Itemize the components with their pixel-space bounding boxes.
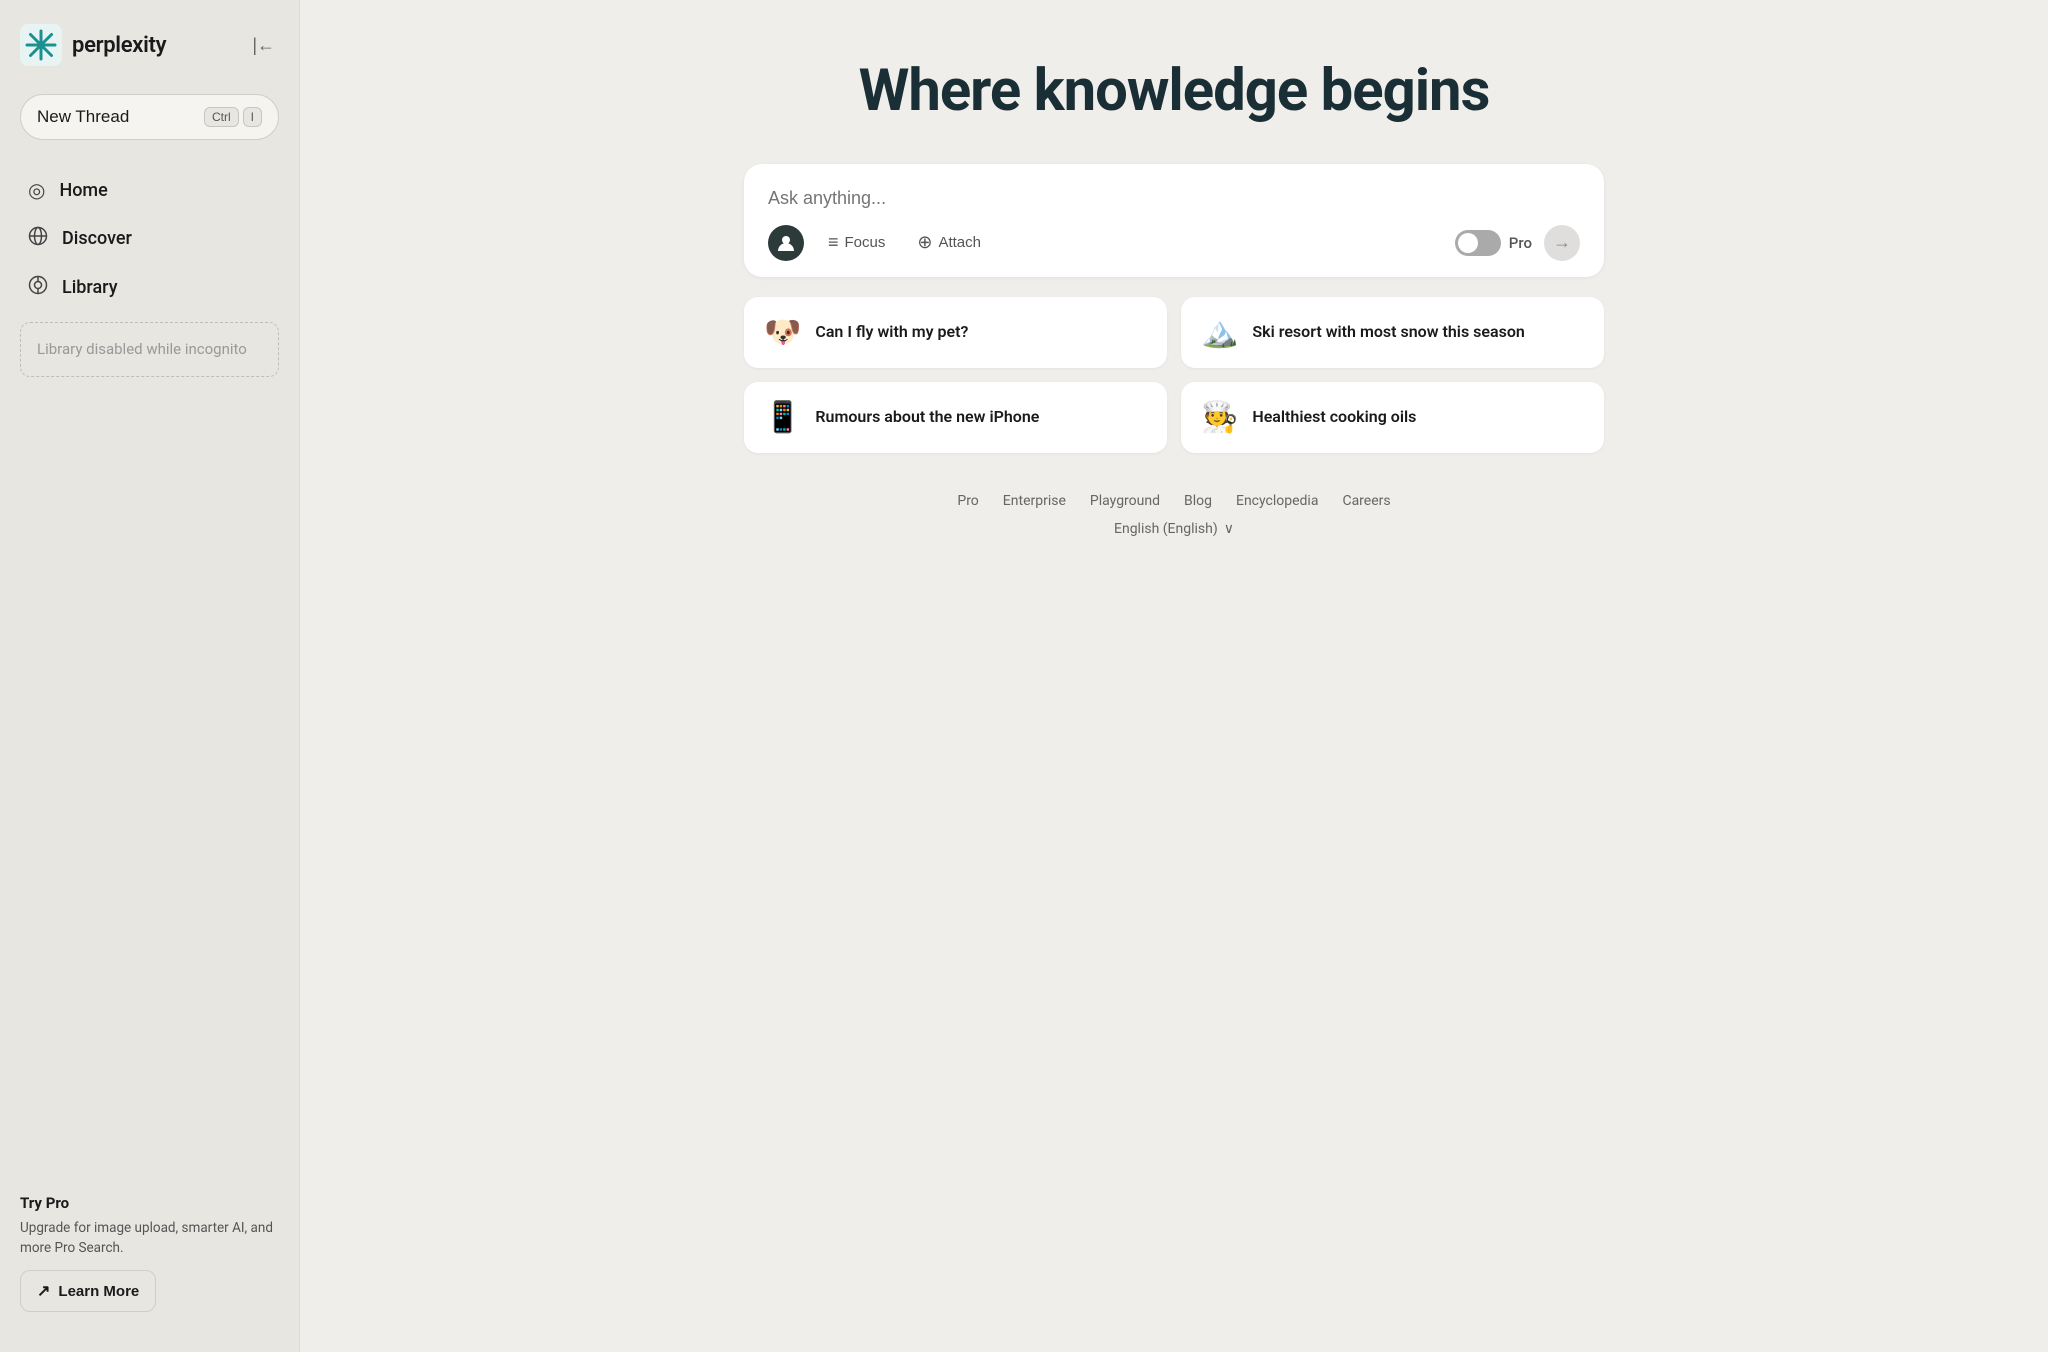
footer-language[interactable]: English (English) ∨ <box>1114 521 1234 537</box>
sidebar-item-library[interactable]: Library <box>20 265 279 310</box>
collapse-icon: |← <box>252 35 275 56</box>
sidebar-bottom: Try Pro Upgrade for image upload, smarte… <box>20 1170 279 1329</box>
attach-label: Attach <box>938 234 981 251</box>
home-label: Home <box>59 180 107 201</box>
main-content: Where knowledge begins ≡ Focus ⊕ Attach <box>300 0 2048 1352</box>
suggestions-grid: 🐶 Can I fly with my pet? 🏔️ Ski resort w… <box>744 297 1604 453</box>
discover-icon <box>28 226 48 251</box>
pet-text: Can I fly with my pet? <box>815 322 968 343</box>
suggestion-card-ski[interactable]: 🏔️ Ski resort with most snow this season <box>1181 297 1604 368</box>
i-key: I <box>243 107 262 127</box>
focus-icon: ≡ <box>828 232 839 253</box>
attach-icon: ⊕ <box>917 232 932 253</box>
toggle-thumb <box>1458 233 1478 253</box>
try-pro-section: Try Pro Upgrade for image upload, smarte… <box>20 1194 279 1313</box>
iphone-text: Rumours about the new iPhone <box>815 407 1039 428</box>
ski-emoji: 🏔️ <box>1201 315 1238 350</box>
library-disabled-text: Library disabled while incognito <box>37 340 247 358</box>
logo-text: perplexity <box>72 33 166 58</box>
logo-icon <box>20 24 62 66</box>
discover-label: Discover <box>62 228 132 249</box>
sidebar-item-home[interactable]: ◎ Home <box>20 168 279 212</box>
library-icon <box>28 275 48 300</box>
collapse-button[interactable]: |← <box>248 31 279 60</box>
learn-more-icon: ↗ <box>37 1281 50 1301</box>
footer-link-pro[interactable]: Pro <box>957 493 978 509</box>
sidebar-item-discover[interactable]: Discover <box>20 216 279 261</box>
page-title: Where knowledge begins <box>859 60 1490 124</box>
toggle-track[interactable] <box>1455 230 1501 256</box>
new-thread-shortcut: Ctrl I <box>204 107 262 127</box>
new-thread-label: New Thread <box>37 107 129 127</box>
focus-label: Focus <box>845 234 886 251</box>
try-pro-description: Upgrade for image upload, smarter AI, an… <box>20 1218 279 1259</box>
home-icon: ◎ <box>28 178 45 202</box>
try-pro-title: Try Pro <box>20 1194 279 1212</box>
toolbar-right: Pro → <box>1455 225 1580 261</box>
suggestion-card-cooking[interactable]: 🧑‍🍳 Healthiest cooking oils <box>1181 382 1604 453</box>
footer-link-playground[interactable]: Playground <box>1090 493 1160 509</box>
learn-more-button[interactable]: ↗ Learn More <box>20 1270 156 1312</box>
suggestion-card-iphone[interactable]: 📱 Rumours about the new iPhone <box>744 382 1167 453</box>
submit-icon: → <box>1553 232 1571 253</box>
cooking-text: Healthiest cooking oils <box>1252 407 1416 428</box>
focus-button[interactable]: ≡ Focus <box>820 228 893 257</box>
footer-link-enterprise[interactable]: Enterprise <box>1003 493 1066 509</box>
library-disabled-box: Library disabled while incognito <box>20 322 279 377</box>
search-box: ≡ Focus ⊕ Attach Pro → <box>744 164 1604 277</box>
pet-emoji: 🐶 <box>764 315 801 350</box>
ski-text: Ski resort with most snow this season <box>1252 322 1524 343</box>
learn-more-label: Learn More <box>58 1283 139 1300</box>
footer-links: Pro Enterprise Playground Blog Encyclope… <box>957 493 1390 509</box>
sidebar-header: perplexity |← <box>20 24 279 66</box>
submit-button[interactable]: → <box>1544 225 1580 261</box>
footer-link-careers[interactable]: Careers <box>1342 493 1390 509</box>
search-input[interactable] <box>768 188 1580 209</box>
footer-link-blog[interactable]: Blog <box>1184 493 1212 509</box>
avatar[interactable] <box>768 225 804 261</box>
chevron-down-icon: ∨ <box>1224 521 1234 537</box>
pro-toggle[interactable]: Pro <box>1455 230 1532 256</box>
pro-label: Pro <box>1509 234 1532 252</box>
footer-link-encyclopedia[interactable]: Encyclopedia <box>1236 493 1318 509</box>
ctrl-key: Ctrl <box>204 107 239 127</box>
sidebar: perplexity |← New Thread Ctrl I ◎ Home D… <box>0 0 300 1352</box>
language-label: English (English) <box>1114 521 1218 537</box>
cooking-emoji: 🧑‍🍳 <box>1201 400 1238 435</box>
suggestion-card-pet[interactable]: 🐶 Can I fly with my pet? <box>744 297 1167 368</box>
new-thread-button[interactable]: New Thread Ctrl I <box>20 94 279 140</box>
attach-button[interactable]: ⊕ Attach <box>909 228 989 257</box>
logo-area: perplexity <box>20 24 166 66</box>
iphone-emoji: 📱 <box>764 400 801 435</box>
search-toolbar: ≡ Focus ⊕ Attach Pro → <box>768 225 1580 261</box>
library-label: Library <box>62 277 118 298</box>
